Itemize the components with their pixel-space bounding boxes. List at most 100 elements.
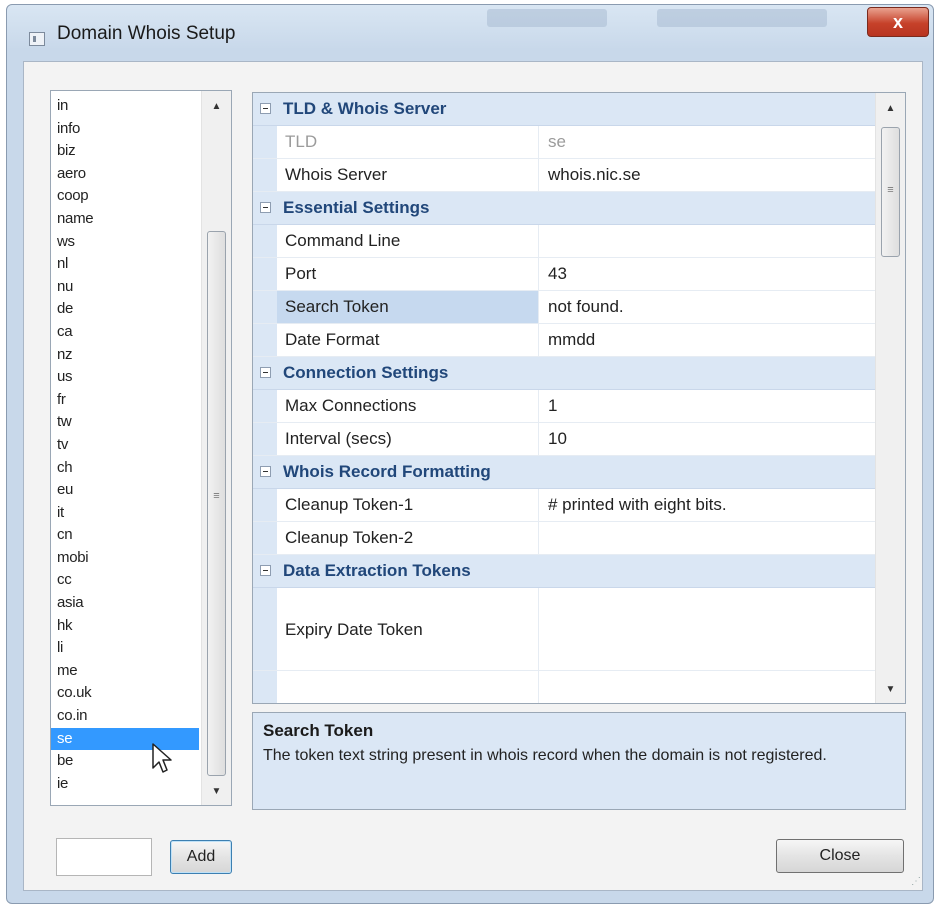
property-name[interactable]: [277, 671, 539, 703]
property-name[interactable]: Expiry Date Token: [277, 588, 539, 670]
property-grid-scrollbar[interactable]: ▲ ≡ ▼: [875, 93, 905, 703]
tld-list-item[interactable]: info: [51, 118, 199, 141]
scroll-down-icon[interactable]: ▼: [202, 786, 231, 797]
resize-grip-icon[interactable]: ⋰: [911, 876, 921, 887]
property-row[interactable]: Whois Server whois.nic.se: [253, 159, 877, 192]
add-button[interactable]: Add: [170, 840, 232, 874]
property-grid-rows: TLD & Whois Server TLD se Whois Server whois…: [253, 93, 877, 703]
grip-icon: ≡: [213, 490, 220, 502]
property-value[interactable]: not found.: [540, 291, 877, 323]
property-name[interactable]: Search Token: [277, 291, 539, 323]
tld-list-item[interactable]: eu: [51, 479, 199, 502]
property-row[interactable]: Command Line: [253, 225, 877, 258]
property-value[interactable]: mmdd: [540, 324, 877, 356]
new-tld-input[interactable]: [56, 838, 152, 876]
tld-list-item[interactable]: ws: [51, 231, 199, 254]
category-row[interactable]: Whois Record Formatting: [253, 456, 877, 489]
tld-list-item[interactable]: li: [51, 637, 199, 660]
close-button[interactable]: Close: [776, 839, 904, 873]
tld-list-item[interactable]: nz: [51, 344, 199, 367]
tld-list-item[interactable]: us: [51, 366, 199, 389]
property-row[interactable]: Search Token not found.: [253, 291, 877, 324]
tld-list-item[interactable]: cn: [51, 524, 199, 547]
property-name[interactable]: TLD: [277, 126, 539, 158]
collapse-toggle-icon[interactable]: [260, 565, 271, 576]
tld-list-item[interactable]: hk: [51, 615, 199, 638]
tld-list-item[interactable]: name: [51, 208, 199, 231]
property-value[interactable]: 10: [540, 423, 877, 455]
scroll-thumb[interactable]: ≡: [207, 231, 226, 776]
property-row[interactable]: Port 43: [253, 258, 877, 291]
property-value[interactable]: [540, 522, 877, 554]
tld-list-item[interactable]: me: [51, 660, 199, 683]
property-value[interactable]: 43: [540, 258, 877, 290]
property-name[interactable]: Interval (secs): [277, 423, 539, 455]
tld-list-item[interactable]: fr: [51, 389, 199, 412]
tld-list-scrollbar[interactable]: ▲ ≡ ▼: [201, 91, 231, 805]
tld-list-item[interactable]: nu: [51, 276, 199, 299]
tld-list-item[interactable]: mobi: [51, 547, 199, 570]
property-value[interactable]: # printed with eight bits.: [540, 489, 877, 521]
collapse-toggle-icon[interactable]: [260, 367, 271, 378]
tld-list-item[interactable]: coop: [51, 185, 199, 208]
row-margin: [253, 423, 277, 455]
tld-list-item[interactable]: co.in: [51, 705, 199, 728]
category-row[interactable]: Essential Settings: [253, 192, 877, 225]
category-label: Whois Record Formatting: [283, 462, 491, 481]
property-value[interactable]: [540, 225, 877, 257]
tld-list-item[interactable]: se: [51, 727, 199, 751]
property-name[interactable]: Command Line: [277, 225, 539, 257]
property-name[interactable]: Whois Server: [277, 159, 539, 191]
property-name[interactable]: Cleanup Token-1: [277, 489, 539, 521]
property-row[interactable]: Max Connections 1: [253, 390, 877, 423]
tld-list-item[interactable]: biz: [51, 140, 199, 163]
property-name[interactable]: Cleanup Token-2: [277, 522, 539, 554]
property-row[interactable]: Expiry Date Token: [253, 588, 877, 671]
property-value[interactable]: whois.nic.se: [540, 159, 877, 191]
tld-list-item[interactable]: co.uk: [51, 682, 199, 705]
property-grid[interactable]: TLD & Whois Server TLD se Whois Server whois…: [252, 92, 906, 704]
property-row[interactable]: Interval (secs) 10: [253, 423, 877, 456]
category-row[interactable]: Data Extraction Tokens: [253, 555, 877, 588]
tld-list-item[interactable]: de: [51, 298, 199, 321]
property-row[interactable]: Date Format mmdd: [253, 324, 877, 357]
property-row[interactable]: TLD se: [253, 126, 877, 159]
category-row[interactable]: Connection Settings: [253, 357, 877, 390]
tld-list-item[interactable]: ca: [51, 321, 199, 344]
row-margin: [253, 588, 277, 670]
collapse-toggle-icon[interactable]: [260, 466, 271, 477]
property-value[interactable]: se: [540, 126, 877, 158]
tld-list-item[interactable]: it: [51, 502, 199, 525]
property-value[interactable]: [540, 588, 877, 670]
scroll-thumb[interactable]: ≡: [881, 127, 900, 257]
scroll-up-icon[interactable]: ▲: [876, 103, 905, 114]
tld-list-item[interactable]: cc: [51, 569, 199, 592]
property-row[interactable]: Cleanup Token-2: [253, 522, 877, 555]
tld-list-item[interactable]: tv: [51, 434, 199, 457]
property-name[interactable]: Port: [277, 258, 539, 290]
row-margin: [253, 159, 277, 191]
property-row[interactable]: [253, 671, 877, 703]
property-name[interactable]: Date Format: [277, 324, 539, 356]
property-value[interactable]: [540, 671, 877, 703]
tld-list-item[interactable]: nl: [51, 253, 199, 276]
window-close-button[interactable]: x: [867, 7, 929, 37]
scroll-down-icon[interactable]: ▼: [876, 684, 905, 695]
collapse-toggle-icon[interactable]: [260, 202, 271, 213]
collapse-toggle-icon[interactable]: [260, 103, 271, 114]
scroll-up-icon[interactable]: ▲: [202, 101, 231, 112]
tld-list-item[interactable]: asia: [51, 592, 199, 615]
row-margin: [253, 671, 277, 703]
category-row[interactable]: TLD & Whois Server: [253, 93, 877, 126]
tld-list-item[interactable]: in: [51, 95, 199, 118]
tld-list-item[interactable]: ch: [51, 457, 199, 480]
tld-list-item[interactable]: tw: [51, 411, 199, 434]
title-bar[interactable]: Domain Whois Setup x: [7, 5, 933, 63]
property-row[interactable]: Cleanup Token-1 # printed with eight bits…: [253, 489, 877, 522]
tld-list-item[interactable]: be: [51, 750, 199, 773]
tld-listbox[interactable]: in info biz aero coop name ws nl nu de ca nz us fr tw t…: [50, 90, 232, 806]
tld-list-item[interactable]: aero: [51, 163, 199, 186]
tld-list-item[interactable]: ie: [51, 773, 199, 796]
property-name[interactable]: Max Connections: [277, 390, 539, 422]
property-value[interactable]: 1: [540, 390, 877, 422]
